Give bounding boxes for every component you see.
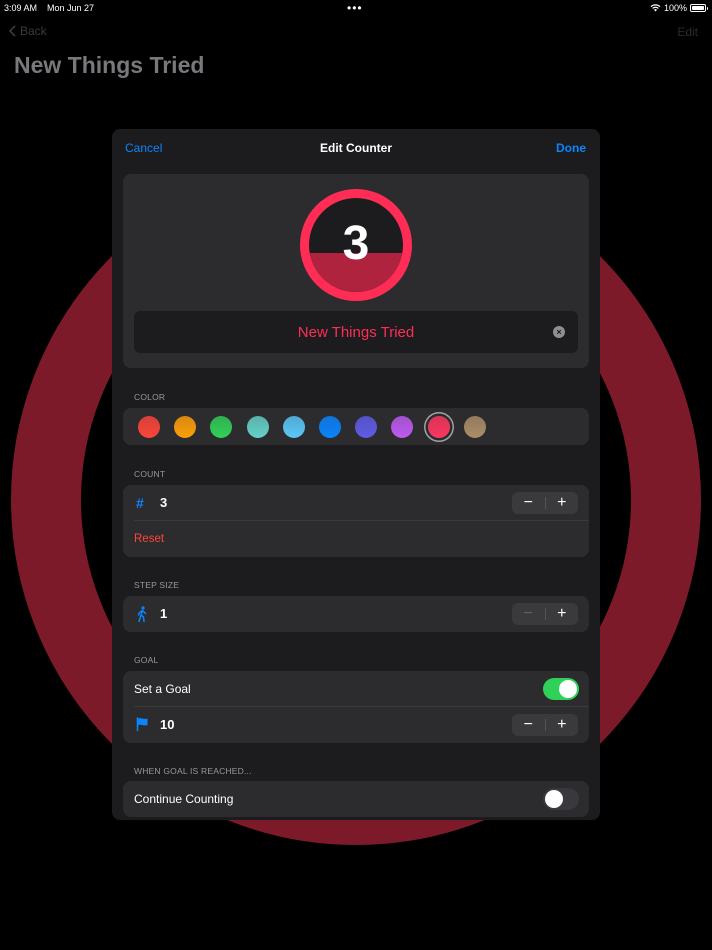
back-button[interactable]: Back [9, 24, 47, 38]
continue-counting-toggle[interactable] [543, 788, 579, 810]
set-goal-row: Set a Goal [123, 671, 589, 707]
when-goal-reached-group: Continue Counting [123, 781, 589, 817]
color-swatch-indigo[interactable] [355, 416, 378, 438]
counter-preview-count: 3 [342, 217, 370, 270]
count-decrement-button[interactable]: − [512, 492, 545, 514]
color-swatch-purple[interactable] [391, 416, 414, 438]
status-indicators: 100% [650, 3, 708, 13]
chevron-left-icon [9, 25, 16, 37]
status-time: 3:09 AM [4, 3, 38, 13]
color-swatch-red[interactable] [138, 416, 160, 438]
goal-increment-button[interactable]: + [545, 714, 578, 736]
step-size-value: 1 [160, 606, 168, 621]
step-size-section-label: STEP SIZE [134, 580, 180, 590]
set-goal-label: Set a Goal [134, 682, 191, 696]
color-swatch-teal[interactable] [246, 416, 269, 438]
step-size-increment-button[interactable]: + [545, 603, 578, 625]
color-picker [123, 408, 589, 445]
wifi-icon [650, 4, 661, 12]
count-section-label: COUNT [134, 469, 166, 479]
status-bar: 3:09 AM Mon Jun 27 ••• 100% [0, 0, 712, 16]
color-swatch-green[interactable] [210, 416, 233, 438]
multitasking-dots-icon[interactable]: ••• [347, 1, 363, 15]
continue-counting-label: Continue Counting [134, 792, 234, 806]
counter-preview-card: 3 New Things Tried × [123, 174, 589, 368]
reset-row: Reset [123, 521, 589, 557]
counter-name-field[interactable]: New Things Tried × [134, 311, 578, 353]
edit-counter-sheet: Cancel Edit Counter Done 3 New Things Tr… [112, 129, 600, 820]
count-group: # 3 − + Reset [123, 485, 589, 557]
page-title: New Things Tried [14, 52, 205, 78]
back-label: Back [20, 24, 47, 38]
goal-stepper: − + [512, 714, 578, 736]
edit-button[interactable]: Edit [677, 25, 698, 39]
number-sign-icon: # [136, 495, 144, 511]
goal-value-row: 10 − + [123, 707, 589, 743]
sheet-title: Edit Counter [320, 141, 392, 155]
count-increment-button[interactable]: + [545, 492, 578, 514]
reset-button[interactable]: Reset [134, 533, 164, 545]
continue-counting-row: Continue Counting [123, 781, 589, 817]
done-button[interactable]: Done [556, 141, 586, 155]
count-value: 3 [160, 495, 168, 510]
step-size-decrement-button[interactable]: − [512, 603, 545, 625]
battery-percent: 100% [663, 3, 687, 13]
goal-group: Set a Goal 10 − + [123, 671, 589, 743]
walking-figure-icon [136, 606, 150, 623]
goal-decrement-button[interactable]: − [512, 714, 545, 736]
step-size-row: 1 − + [123, 596, 589, 632]
color-swatch-blue[interactable] [319, 416, 341, 438]
step-size-group: 1 − + [123, 596, 589, 632]
color-swatch-cyan[interactable] [282, 416, 305, 438]
flag-icon [136, 717, 150, 733]
counter-preview-ring: 3 [300, 189, 412, 301]
set-goal-toggle[interactable] [543, 678, 579, 700]
color-section-label: COLOR [134, 392, 166, 402]
goal-value: 10 [160, 717, 175, 732]
step-size-stepper: − + [512, 603, 578, 625]
sheet-header: Cancel Edit Counter Done [112, 129, 600, 167]
battery-icon [690, 4, 708, 12]
color-swatch-pink[interactable] [427, 416, 450, 438]
clear-text-icon[interactable]: × [553, 326, 565, 338]
status-date: Mon Jun 27 [47, 3, 95, 13]
color-swatch-orange[interactable] [174, 416, 197, 438]
when-goal-reached-section-label: WHEN GOAL IS REACHED... [134, 766, 252, 776]
counter-name-text: New Things Tried [297, 323, 415, 341]
count-stepper: − + [512, 492, 578, 514]
goal-section-label: GOAL [134, 655, 159, 665]
color-swatch-brown[interactable] [463, 416, 486, 438]
count-row: # 3 − + [123, 485, 589, 521]
